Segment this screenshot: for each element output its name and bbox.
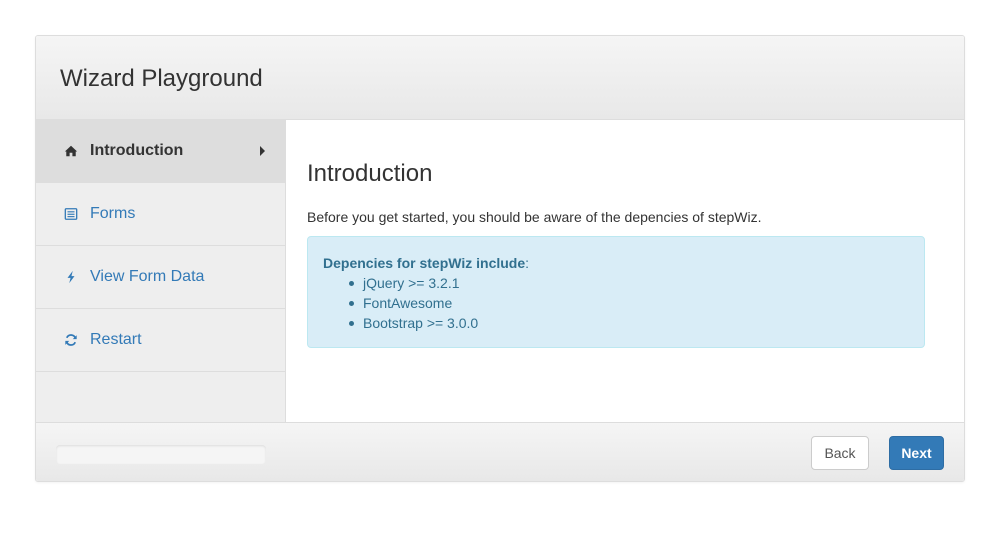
step-label: Forms xyxy=(90,205,136,222)
dependency-list: jQuery >= 3.2.1 FontAwesome Bootstrap >=… xyxy=(323,273,909,333)
step-restart[interactable]: Restart xyxy=(36,309,285,372)
step-label: View Form Data xyxy=(90,268,205,285)
back-button[interactable]: Back xyxy=(811,436,869,470)
bolt-icon xyxy=(63,269,79,285)
wizard-progress-bar xyxy=(56,445,266,464)
info-heading: Depencies for stepWiz include: xyxy=(323,253,909,273)
step-title: Introduction xyxy=(307,160,433,187)
dependency-item: FontAwesome xyxy=(347,293,909,313)
dependency-item: Bootstrap >= 3.0.0 xyxy=(347,313,909,333)
step-label: Introduction xyxy=(90,142,184,159)
panel-footer: Back Next xyxy=(36,422,964,481)
panel-header: Wizard Playground xyxy=(36,36,964,120)
home-icon xyxy=(63,143,79,159)
wizard-title: Wizard Playground xyxy=(60,65,263,92)
step-introduction[interactable]: Introduction xyxy=(36,120,285,183)
step-content: Introduction Before you get started, you… xyxy=(287,120,964,422)
step-forms[interactable]: Forms xyxy=(36,183,285,246)
list-alt-icon xyxy=(63,206,79,222)
dependency-item: jQuery >= 3.2.1 xyxy=(347,273,909,293)
refresh-icon xyxy=(63,332,79,348)
caret-right-icon xyxy=(260,146,265,156)
info-heading-text: Depencies for stepWiz include xyxy=(323,255,526,271)
step-description: Before you get started, you should be aw… xyxy=(307,209,762,225)
step-label: Restart xyxy=(90,331,142,348)
step-view-form-data[interactable]: View Form Data xyxy=(36,246,285,309)
dependencies-info-box: Depencies for stepWiz include: jQuery >=… xyxy=(307,236,925,348)
wizard-steps-sidebar: Introduction Forms View Form Data Restar… xyxy=(36,120,286,422)
wizard-panel: Wizard Playground Introduction Forms Vie… xyxy=(35,35,965,482)
next-button[interactable]: Next xyxy=(889,436,944,470)
info-heading-suffix: : xyxy=(525,255,530,271)
